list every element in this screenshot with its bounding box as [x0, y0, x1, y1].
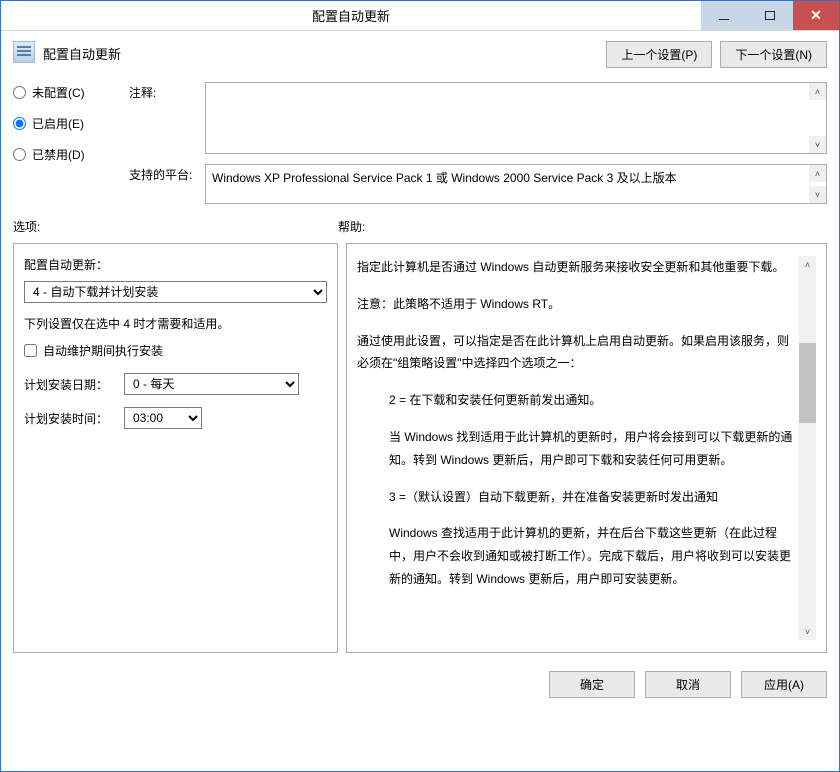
help-panel: 指定此计算机是否通过 Windows 自动更新服务来接收安全更新和其他重要下载。… [346, 243, 827, 653]
next-setting-button[interactable]: 下一个设置(N) [720, 41, 827, 68]
scroll-down-icon[interactable]: ˅ [809, 136, 826, 153]
help-p5: 当 Windows 找到适用于此计算机的更新时，用户将会接到可以下载更新的通知。… [357, 426, 793, 472]
platform-label: 支持的平台: [129, 164, 199, 183]
auto-maintenance-checkbox[interactable] [24, 344, 37, 357]
supported-platform-box: Windows XP Professional Service Pack 1 或… [205, 164, 827, 204]
help-scrollbar[interactable]: ˄ ˅ [799, 256, 816, 640]
help-text: 指定此计算机是否通过 Windows 自动更新服务来接收安全更新和其他重要下载。… [357, 256, 799, 640]
comment-label: 注释: [129, 82, 199, 101]
minimize-button[interactable] [701, 1, 747, 30]
previous-setting-button[interactable]: 上一个设置(P) [606, 41, 712, 68]
options-panel: 配置自动更新： 4 - 自动下载并计划安装 下列设置仅在选中 4 时才需要和适用… [13, 243, 338, 653]
dialog-footer: 确定 取消 应用(A) [1, 661, 839, 708]
radio-enabled[interactable]: 已启用(E) [13, 115, 123, 132]
help-p6: 3 =（默认设置）自动下载更新，并在准备安装更新时发出通知 [357, 486, 793, 509]
scroll-up-icon[interactable]: ˄ [809, 83, 826, 100]
title-bar: 配置自动更新 ✕ [1, 1, 839, 31]
help-p2: 注意：此策略不适用于 Windows RT。 [357, 293, 793, 316]
window-controls: ✕ [701, 1, 839, 30]
ok-button[interactable]: 确定 [549, 671, 635, 698]
close-button[interactable]: ✕ [793, 1, 839, 30]
configure-update-select[interactable]: 4 - 自动下载并计划安装 [24, 281, 327, 303]
close-icon: ✕ [810, 7, 822, 24]
radio-not-configured-label: 未配置(C) [32, 84, 85, 101]
help-p3: 通过使用此设置，可以指定是否在此计算机上启用自动更新。如果启用该服务，则必须在"… [357, 330, 793, 376]
policy-title: 配置自动更新 [43, 41, 121, 63]
options-note: 下列设置仅在选中 4 时才需要和适用。 [24, 315, 327, 332]
comment-textarea[interactable]: ˄ ˅ [205, 82, 827, 154]
radio-disabled[interactable]: 已禁用(D) [13, 146, 123, 163]
install-day-label: 计划安装日期： [24, 376, 114, 393]
install-time-label: 计划安装时间： [24, 410, 114, 427]
scroll-up-icon[interactable]: ˄ [799, 256, 816, 273]
radio-enabled-input[interactable] [13, 117, 26, 130]
install-time-select[interactable]: 03:00 [124, 407, 202, 429]
scrollbar-track[interactable] [799, 273, 816, 623]
options-section-label: 选项: [13, 218, 338, 235]
supported-platform-text: Windows XP Professional Service Pack 1 或… [212, 171, 677, 185]
cancel-button[interactable]: 取消 [645, 671, 731, 698]
auto-maintenance-label: 自动维护期间执行安装 [43, 342, 163, 359]
help-section-label: 帮助: [338, 218, 365, 235]
window-title: 配置自动更新 [1, 6, 701, 25]
configure-update-label: 配置自动更新： [24, 256, 327, 273]
scroll-down-icon[interactable]: ˅ [799, 623, 816, 640]
scroll-down-icon[interactable]: ˅ [809, 186, 826, 203]
radio-disabled-input[interactable] [13, 148, 26, 161]
help-p4: 2 = 在下载和安装任何更新前发出通知。 [357, 389, 793, 412]
policy-icon [13, 41, 35, 63]
apply-button[interactable]: 应用(A) [741, 671, 827, 698]
radio-not-configured-input[interactable] [13, 86, 26, 99]
radio-disabled-label: 已禁用(D) [32, 146, 85, 163]
install-day-select[interactable]: 0 - 每天 [124, 373, 299, 395]
radio-not-configured[interactable]: 未配置(C) [13, 84, 123, 101]
scrollbar-thumb[interactable] [799, 343, 816, 423]
help-p1: 指定此计算机是否通过 Windows 自动更新服务来接收安全更新和其他重要下载。 [357, 256, 793, 279]
scroll-up-icon[interactable]: ˄ [809, 165, 826, 182]
radio-enabled-label: 已启用(E) [32, 115, 84, 132]
help-p7: Windows 查找适用于此计算机的更新，并在后台下载这些更新（在此过程中，用户… [357, 522, 793, 590]
maximize-button[interactable] [747, 1, 793, 30]
